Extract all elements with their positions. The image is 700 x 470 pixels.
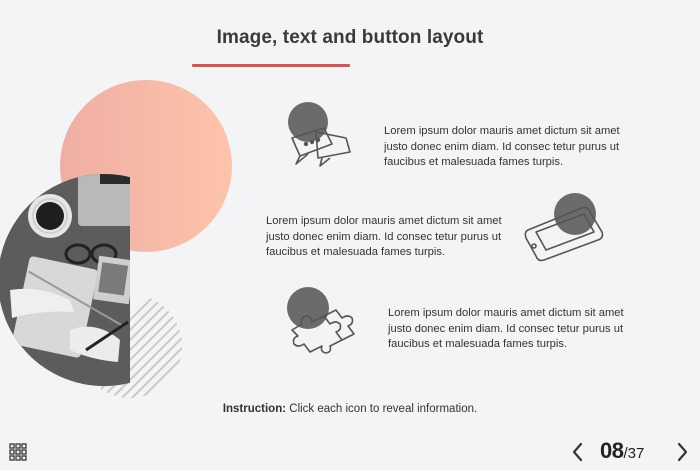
- puzzle-piece-icon: [287, 287, 355, 354]
- chevron-left-icon: [572, 442, 583, 462]
- puzzle-piece-button[interactable]: [284, 286, 364, 356]
- current-page: 08: [600, 438, 624, 463]
- next-slide-button[interactable]: [674, 441, 690, 463]
- smartphone-button[interactable]: [522, 192, 608, 268]
- desk-photo: [0, 174, 130, 386]
- chat-bubbles-button[interactable]: [286, 100, 356, 172]
- instruction-text: Click each icon to reveal information.: [286, 403, 478, 415]
- item-1-text: Lorem ipsum dolor mauris amet dictum sit…: [384, 125, 620, 168]
- hero-illustration: [0, 80, 232, 398]
- total-pages: /37: [623, 445, 645, 462]
- smartphone-icon: [524, 193, 604, 262]
- menu-button[interactable]: [9, 443, 27, 461]
- grid-menu-icon: [9, 443, 27, 461]
- chat-bubbles-icon: [288, 102, 351, 167]
- item-3-text: Lorem ipsum dolor mauris amet dictum sit…: [388, 307, 624, 350]
- page-indicator: 08/37: [600, 438, 664, 464]
- item-2-text: Lorem ipsum dolor mauris amet dictum sit…: [266, 215, 502, 258]
- previous-slide-button[interactable]: [570, 441, 586, 463]
- chevron-right-icon: [677, 442, 688, 462]
- instruction-label: Instruction:: [222, 403, 287, 415]
- instruction: Instruction: Click each icon to reveal i…: [0, 403, 700, 415]
